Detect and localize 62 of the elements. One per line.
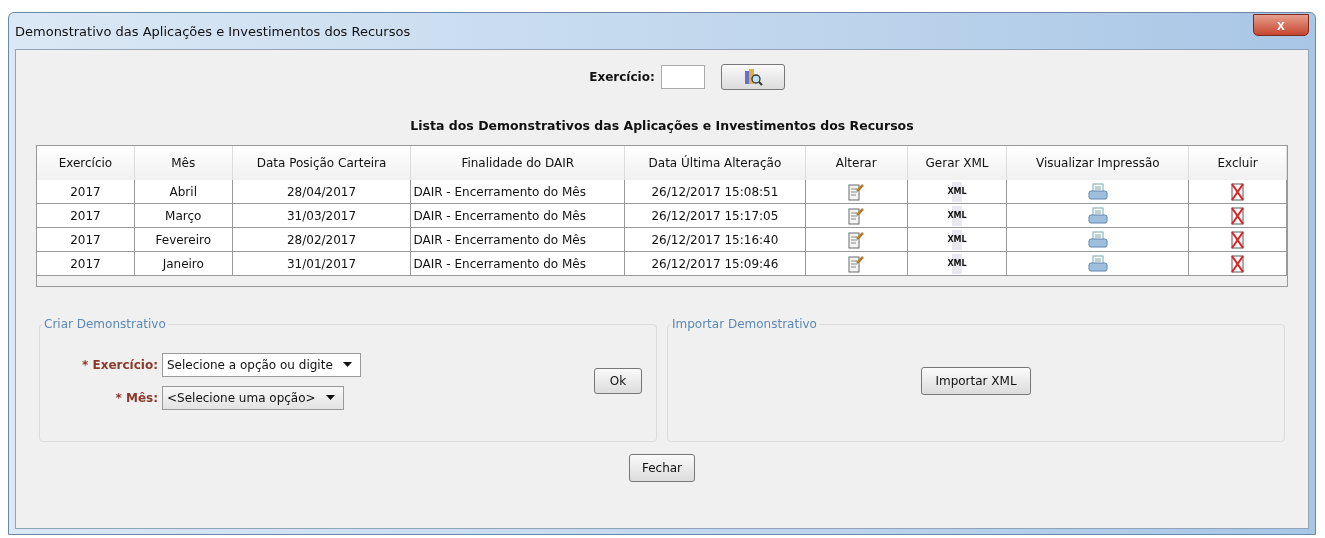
xml-document-icon[interactable]: XML (946, 205, 969, 226)
group-legend: Criar Demonstrativo (42, 317, 168, 331)
column-header: Data Última Alteração (625, 146, 806, 180)
table-cell: 26/12/2017 15:17:05 (625, 204, 806, 228)
table-cell: Janeiro (134, 252, 233, 276)
printer-icon[interactable] (1087, 254, 1108, 273)
table-cell: 31/01/2017 (232, 252, 412, 276)
column-header: Gerar XML (907, 146, 1008, 180)
combo-box[interactable]: Selecione a opção ou digite (162, 352, 361, 377)
edit-document-icon[interactable] (848, 206, 865, 225)
import-xml-button[interactable]: Importar XML (921, 367, 1031, 395)
delete-icon[interactable] (1230, 182, 1245, 201)
table-cell: DAIR - Encerramento do Mês (411, 228, 626, 252)
table-cell: 2017 (37, 252, 135, 276)
printer-icon[interactable] (1087, 182, 1108, 201)
group-legend: Importar Demonstrativo (670, 317, 819, 331)
edit-document-icon[interactable] (848, 182, 865, 201)
table-cell: 28/02/2017 (232, 228, 412, 252)
combo-box[interactable]: <Selecione uma opção> (162, 385, 344, 410)
table-cell: Fevereiro (134, 228, 233, 252)
table-cell: 31/03/2017 (232, 204, 412, 228)
window-title: Demonstrativo das Aplicações e Investimentos dos Recursos (15, 23, 411, 39)
column-header: Data Posição Carteira (232, 146, 412, 180)
printer-icon[interactable] (1087, 230, 1108, 249)
table-cell: 28/04/2017 (232, 180, 412, 204)
delete-icon[interactable] (1230, 254, 1245, 273)
xml-document-icon[interactable]: XML (946, 253, 969, 274)
column-header: Exercício (37, 146, 135, 180)
edit-document-icon[interactable] (848, 254, 865, 273)
table-cell: DAIR - Encerramento do Mês (411, 252, 626, 276)
printer-icon[interactable] (1087, 206, 1108, 225)
ok-button[interactable]: Ok (594, 368, 642, 394)
dropdown-arrow-icon (325, 395, 335, 400)
field-label: * Mês: (114, 390, 158, 405)
table-cell: 26/12/2017 15:16:40 (625, 228, 806, 252)
table-cell: DAIR - Encerramento do Mês (411, 204, 626, 228)
table-cell: DAIR - Encerramento do Mês (411, 180, 626, 204)
table-cell: 26/12/2017 15:08:51 (625, 180, 806, 204)
table-cell: Março (134, 204, 233, 228)
column-header: Excluir (1189, 146, 1287, 180)
close-dialog-button[interactable]: Fechar (629, 454, 695, 482)
table-cell: 2017 (37, 180, 135, 204)
table-title: Lista dos Demonstrativos das Aplicações e Investimentos dos Recursos (410, 118, 914, 133)
column-header: Visualizar Impressão (1007, 146, 1190, 180)
table-cell: 26/12/2017 15:09:46 (625, 252, 806, 276)
edit-document-icon[interactable] (848, 230, 865, 249)
search-icon (742, 68, 763, 86)
xml-document-icon[interactable]: XML (946, 229, 969, 250)
search-button[interactable] (720, 64, 785, 90)
table-cell: 2017 (37, 228, 135, 252)
dropdown-arrow-icon (342, 362, 352, 367)
exercicio-label: Exercício: (589, 70, 655, 84)
delete-icon[interactable] (1230, 206, 1245, 225)
field-label: * Exercício: (81, 357, 158, 372)
delete-icon[interactable] (1230, 230, 1245, 249)
column-header: Mês (134, 146, 233, 180)
table-cell: Abril (134, 180, 233, 204)
table-cell: 2017 (37, 204, 135, 228)
column-header: Alterar (805, 146, 908, 180)
xml-document-icon[interactable]: XML (946, 181, 969, 202)
exercicio-input-field[interactable] (660, 65, 705, 89)
column-header: Finalidade do DAIR (411, 146, 626, 180)
